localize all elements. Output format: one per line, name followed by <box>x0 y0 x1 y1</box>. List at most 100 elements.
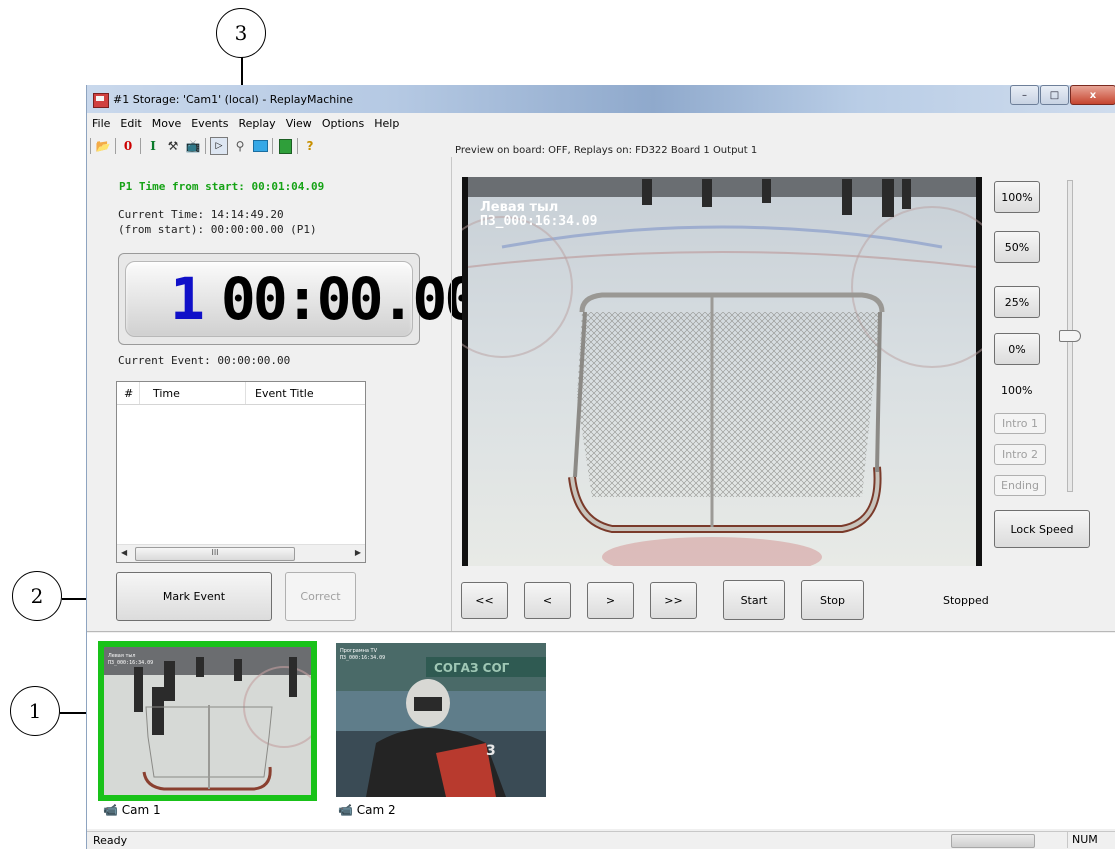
close-button[interactable]: x <box>1070 85 1115 105</box>
speed-50-button[interactable]: 50% <box>994 231 1040 263</box>
camera-1-overlay-1: Левая тыл <box>108 653 136 659</box>
menu-file[interactable]: File <box>87 115 115 133</box>
scroll-right-icon[interactable]: ▶ <box>355 548 361 557</box>
clock-display: 1 00:00.00 <box>118 253 479 345</box>
menu-events[interactable]: Events <box>186 115 233 133</box>
preview-video: Левая тыл ПЗ_000:16:34.09 <box>462 177 982 566</box>
toolbar-separator <box>140 138 141 154</box>
rewind-button[interactable]: << <box>461 582 508 619</box>
menu-move[interactable]: Move <box>147 115 187 133</box>
clock-time: 00:00.00 <box>220 265 479 333</box>
list-icon[interactable] <box>277 138 293 154</box>
current-time: Current Time: 14:14:49.20 <box>118 208 284 221</box>
playback-status: Stopped <box>943 594 989 607</box>
status-bar: Ready NUM <box>87 831 1115 849</box>
svg-text:3: 3 <box>486 743 496 759</box>
toolbar-separator <box>297 138 298 154</box>
panel-divider[interactable] <box>451 157 452 631</box>
clock-digit: 1 <box>170 265 205 333</box>
open-folder-icon[interactable]: 📂 <box>95 138 111 154</box>
column-time[interactable]: Time <box>153 387 180 400</box>
speed-25-button[interactable]: 25% <box>994 286 1040 318</box>
speed-100-button[interactable]: 100% <box>994 181 1040 213</box>
events-list-header: # Time Event Title <box>117 382 365 405</box>
mark-event-button[interactable]: Mark Event <box>116 572 272 621</box>
column-number[interactable]: # <box>124 387 133 400</box>
current-event: Current Event: 00:00:00.00 <box>118 354 291 367</box>
scroll-left-icon[interactable]: ◀ <box>121 548 127 557</box>
tv-icon[interactable]: 📺 <box>185 138 201 154</box>
menu-edit[interactable]: Edit <box>115 115 146 133</box>
speed-value: 100% <box>1001 384 1033 397</box>
overlay-line-1: Левая тыл <box>480 200 558 215</box>
toolbar-separator <box>272 138 273 154</box>
horizontal-scrollbar[interactable]: ◀ III ▶ <box>117 544 365 562</box>
toolbar: 📂 0 I ⚒ 📺 ▷ ⚲ ? <box>90 135 318 157</box>
column-separator <box>245 382 246 404</box>
toolbar-separator <box>205 138 206 154</box>
start-button[interactable]: Start <box>723 580 785 620</box>
title-bar[interactable]: #1 Storage: 'Cam1' (local) - ReplayMachi… <box>87 85 1115 113</box>
menu-replay[interactable]: Replay <box>233 115 280 133</box>
camera-2-overlay-1: Програмна TV <box>340 648 378 654</box>
menu-help[interactable]: Help <box>369 115 404 133</box>
pin-icon[interactable]: ⚲ <box>232 138 248 154</box>
i-icon[interactable]: I <box>145 138 161 154</box>
callout-3: 3 <box>216 8 266 58</box>
camera-thumbnails: Левая тыл ПЗ_000:16:34.09 СОГАЗ СОГ 3 Пр… <box>87 633 1115 829</box>
camera-2-label: Cam 2 <box>356 803 396 817</box>
hockey-goal-image: Левая тыл ПЗ_000:16:34.09 <box>462 177 982 566</box>
camera-1-image: Левая тыл ПЗ_000:16:34.09 <box>104 647 311 795</box>
camera-1-thumbnail[interactable]: Левая тыл ПЗ_000:16:34.09 <box>98 641 317 801</box>
camera-icon: 📹 <box>338 803 353 817</box>
menu-options[interactable]: Options <box>317 115 369 133</box>
callout-2: 2 <box>12 571 62 621</box>
maximize-button[interactable]: □ <box>1040 85 1069 105</box>
status-text: Ready <box>93 834 128 847</box>
camera-2-label-row: 📹 Cam 2 <box>338 803 396 817</box>
menu-bar: File Edit Move Events Replay View Option… <box>87 115 404 133</box>
events-list[interactable]: # Time Event Title ◀ III ▶ <box>116 381 366 563</box>
tools-icon[interactable]: ⚒ <box>165 138 181 154</box>
intro-2-button[interactable]: Intro 2 <box>994 444 1046 465</box>
thumbnail-divider <box>87 631 1115 632</box>
speed-slider-thumb[interactable] <box>1059 330 1081 342</box>
camera-2-banner: СОГАЗ СОГ <box>434 661 510 675</box>
time-from-start: P1 Time from start: 00:01:04.09 <box>119 180 325 193</box>
app-icon <box>93 93 109 108</box>
help-icon[interactable]: ? <box>302 138 318 154</box>
toolbar-grip <box>90 138 91 154</box>
minimize-button[interactable]: – <box>1010 85 1039 105</box>
camera-2-overlay-2: ПЗ_000:16:34.09 <box>340 655 385 661</box>
camera-1-label: Cam 1 <box>121 803 161 817</box>
callout-1: 1 <box>10 686 60 736</box>
camera-1-label-row: 📹 Cam 1 <box>103 803 161 817</box>
step-forward-button[interactable]: > <box>587 582 634 619</box>
num-lock-indicator: NUM <box>1067 832 1108 848</box>
camera-2-thumbnail[interactable]: СОГАЗ СОГ 3 Програмна TV ПЗ_000:16:34.09 <box>336 643 546 797</box>
camera-2-image: СОГАЗ СОГ 3 Програмна TV ПЗ_000:16:34.09 <box>336 643 546 797</box>
from-start: (from start): 00:00:00.00 (P1) <box>118 223 317 236</box>
app-window: #1 Storage: 'Cam1' (local) - ReplayMachi… <box>86 85 1115 849</box>
stop-button[interactable]: Stop <box>801 580 864 620</box>
camera-1-overlay-2: ПЗ_000:16:34.09 <box>108 660 153 666</box>
intro-1-button[interactable]: Intro 1 <box>994 413 1046 434</box>
correct-button[interactable]: Correct <box>285 572 356 621</box>
monitor-icon[interactable] <box>252 138 268 154</box>
window-controls: – □ x <box>1009 85 1115 105</box>
toolbar-separator <box>115 138 116 154</box>
step-back-button[interactable]: < <box>524 582 571 619</box>
camera-icon: 📹 <box>103 803 118 817</box>
scroll-thumb[interactable]: III <box>135 547 295 561</box>
camera-toggle-icon[interactable]: ▷ <box>210 137 228 155</box>
lock-speed-button[interactable]: Lock Speed <box>994 510 1090 548</box>
speed-0-button[interactable]: 0% <box>994 333 1040 365</box>
fast-forward-button[interactable]: >> <box>650 582 697 619</box>
column-separator <box>139 382 140 404</box>
menu-view[interactable]: View <box>281 115 317 133</box>
zero-icon[interactable]: 0 <box>120 138 136 154</box>
column-event-title[interactable]: Event Title <box>255 387 314 400</box>
ending-button[interactable]: Ending <box>994 475 1046 496</box>
window-title: #1 Storage: 'Cam1' (local) - ReplayMachi… <box>113 93 354 106</box>
status-progress-bar <box>951 834 1035 848</box>
